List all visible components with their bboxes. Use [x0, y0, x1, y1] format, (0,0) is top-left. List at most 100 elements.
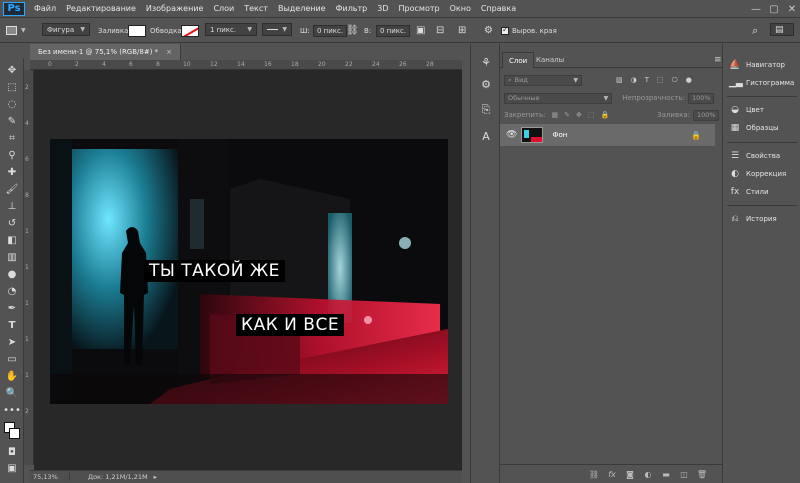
delete-layer-icon[interactable]: 🗑: [696, 468, 708, 480]
rectangle-tool-icon[interactable]: ▭: [3, 351, 21, 367]
document-tab[interactable]: Без имени-1 @ 75,1% (RGB/8#) * ×: [30, 44, 182, 60]
panel-navigator[interactable]: ⛵ Навигатор: [729, 58, 785, 72]
new-adjustment-icon[interactable]: ◐: [642, 468, 654, 480]
link-icon[interactable]: ⛓: [346, 23, 359, 38]
search-icon[interactable]: ⌕: [752, 23, 758, 38]
panel-properties[interactable]: ☰ Свойства: [729, 149, 780, 163]
eraser-tool-icon[interactable]: ◧: [3, 232, 21, 248]
clone-stamp-tool-icon[interactable]: ⊥: [3, 198, 21, 214]
filter-kind-dropdown[interactable]: ⌕ Вид ▼: [504, 74, 582, 86]
fill-swatch[interactable]: [128, 23, 146, 38]
path-select-tool-icon[interactable]: ➤: [3, 334, 21, 350]
panel-styles[interactable]: fx Стили: [729, 185, 769, 199]
blend-mode-dropdown[interactable]: Обычные ▼: [504, 92, 613, 104]
brush-tool-icon[interactable]: 🖌: [3, 181, 21, 197]
menu-file[interactable]: Файл: [29, 4, 61, 13]
stroke-swatch[interactable]: [181, 23, 199, 38]
height-field[interactable]: 0 пикс.: [376, 23, 411, 38]
zoom-tool-icon[interactable]: 🔍: [3, 385, 21, 401]
screen-mode-icon[interactable]: ▣: [3, 460, 21, 476]
filter-toggle-icon[interactable]: ●: [686, 76, 692, 84]
status-arrow-icon[interactable]: ▸: [154, 473, 157, 481]
more-tools-icon[interactable]: •••: [3, 402, 21, 418]
menu-filter[interactable]: Фильтр: [331, 4, 373, 13]
healing-brush-tool-icon[interactable]: ✚: [3, 164, 21, 180]
filter-smart-object-icon[interactable]: ⎔: [672, 76, 678, 84]
lock-pixels-icon[interactable]: ✎: [564, 111, 570, 119]
color-swatches-icon[interactable]: [3, 420, 21, 442]
quick-select-tool-icon[interactable]: ✎: [3, 113, 21, 129]
filter-shape-icon[interactable]: ⬚: [657, 76, 664, 84]
menu-window[interactable]: Окно: [445, 4, 476, 13]
lock-transparent-icon[interactable]: ▦: [551, 111, 558, 119]
visibility-eye-icon[interactable]: 👁: [506, 130, 517, 140]
eyedropper-tool-icon[interactable]: ⚲: [3, 147, 21, 163]
menu-3d[interactable]: 3D: [372, 4, 393, 13]
filter-pixel-icon[interactable]: ▨: [616, 76, 623, 84]
menu-select[interactable]: Выделение: [273, 4, 331, 13]
move-tool-icon[interactable]: ✥: [3, 62, 21, 78]
layer-name[interactable]: Фон: [552, 131, 567, 139]
fill-opacity-field[interactable]: 100%: [692, 109, 719, 121]
clone-source-icon[interactable]: ⎘: [477, 102, 495, 118]
stroke-width-field[interactable]: 1 пикс. ▼: [205, 23, 257, 36]
document-image[interactable]: ТЫ ТАКОЙ ЖЕ КАК И ВСЕ: [50, 139, 448, 404]
link-layers-icon[interactable]: ⛓: [588, 468, 600, 480]
menu-type[interactable]: Текст: [239, 4, 273, 13]
new-group-icon[interactable]: ▬: [660, 468, 672, 480]
lock-artboard-icon[interactable]: ⬚: [588, 111, 595, 119]
caption-top[interactable]: ТЫ ТАКОЙ ЖЕ: [144, 260, 285, 282]
panel-adjustments[interactable]: ◐ Коррекция: [729, 167, 786, 181]
lock-position-icon[interactable]: ✥: [576, 111, 582, 119]
gear-icon[interactable]: ⚙: [484, 23, 493, 38]
panel-color[interactable]: ◒ Цвет: [729, 103, 764, 117]
type-tool-icon[interactable]: T: [3, 317, 21, 333]
path-operations-icon[interactable]: ▣: [416, 23, 425, 38]
tool-presets-icon[interactable]: ⚘: [477, 54, 495, 70]
path-alignment-icon[interactable]: ⊟: [436, 23, 444, 38]
add-mask-icon[interactable]: ◙: [624, 468, 636, 480]
filter-type-icon[interactable]: T: [645, 76, 649, 84]
blur-tool-icon[interactable]: ●: [3, 266, 21, 282]
menu-layers[interactable]: Слои: [208, 4, 239, 13]
panel-histogram[interactable]: ▁▃ Гистограмма: [729, 76, 794, 90]
workspace-switcher[interactable]: ▤: [770, 23, 794, 36]
menu-view[interactable]: Просмотр: [394, 4, 445, 13]
panel-swatches[interactable]: ▦ Образцы: [729, 121, 779, 135]
history-brush-tool-icon[interactable]: ↺: [3, 215, 21, 231]
zoom-level[interactable]: 75,13%: [30, 473, 70, 481]
lasso-tool-icon[interactable]: ◌: [3, 96, 21, 112]
menu-help[interactable]: Справка: [476, 4, 521, 13]
menu-edit[interactable]: Редактирование: [61, 4, 141, 13]
minimize-button[interactable]: —: [748, 0, 764, 18]
menu-image[interactable]: Изображение: [141, 4, 209, 13]
new-layer-icon[interactable]: ◫: [678, 468, 690, 480]
brush-settings-icon[interactable]: ⚙: [477, 76, 495, 92]
close-tab-icon[interactable]: ×: [166, 48, 172, 56]
align-edges-toggle[interactable]: Выров. края: [501, 23, 557, 38]
layer-style-icon[interactable]: fx: [606, 468, 618, 480]
marquee-tool-icon[interactable]: ⬚: [3, 79, 21, 95]
layer-row-background[interactable]: 👁 Фон 🔒: [500, 124, 715, 146]
hand-tool-icon[interactable]: ✋: [3, 368, 21, 384]
dodge-tool-icon[interactable]: ◔: [3, 283, 21, 299]
filter-adjustment-icon[interactable]: ◑: [631, 76, 637, 84]
panel-history[interactable]: ⎌ История: [729, 212, 776, 226]
tab-channels[interactable]: Каналы: [530, 52, 570, 68]
caption-bottom[interactable]: КАК И ВСЕ: [236, 314, 345, 336]
character-icon[interactable]: A: [477, 128, 495, 144]
mode-dropdown[interactable]: Фигура ▼: [42, 23, 90, 36]
opacity-field[interactable]: 100%: [688, 92, 714, 104]
maximize-button[interactable]: ▢: [766, 0, 782, 18]
gradient-tool-icon[interactable]: ▥: [3, 249, 21, 265]
width-field[interactable]: 0 пикс.: [313, 23, 348, 38]
crop-tool-icon[interactable]: ⌗: [3, 130, 21, 146]
close-window-button[interactable]: ✕: [784, 0, 800, 18]
lock-all-icon[interactable]: 🔒: [600, 111, 609, 119]
tool-preset-picker[interactable]: ▼: [6, 23, 26, 38]
path-arrangement-icon[interactable]: ⊞: [458, 23, 466, 38]
pen-tool-icon[interactable]: ✒: [3, 300, 21, 316]
align-edges-checkbox[interactable]: [501, 25, 509, 35]
stroke-type-dropdown[interactable]: ▼: [262, 23, 292, 36]
quick-mask-icon[interactable]: ◘: [3, 444, 21, 460]
